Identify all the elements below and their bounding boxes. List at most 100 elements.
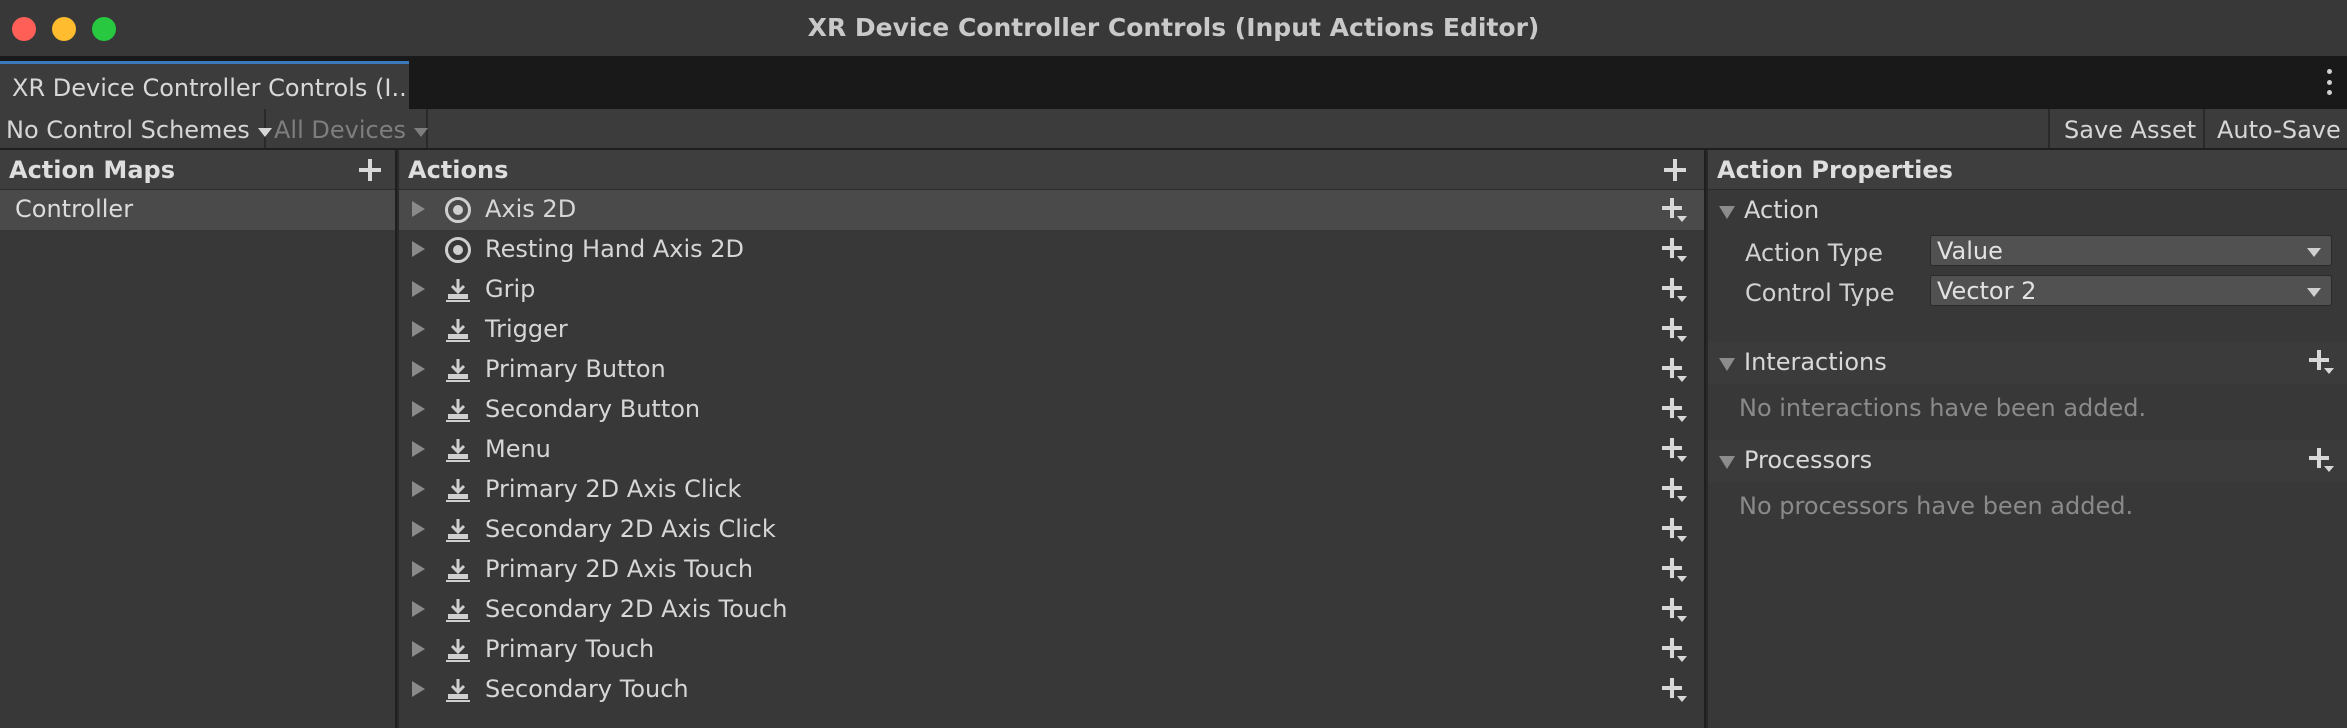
- button-action-icon: [445, 437, 471, 463]
- action-row[interactable]: Secondary 2D Axis Click: [399, 510, 1704, 550]
- add-binding-icon[interactable]: [1662, 638, 1688, 662]
- auto-save-toggle[interactable]: Auto-Save: [2203, 109, 2347, 148]
- add-binding-icon[interactable]: [1662, 398, 1688, 422]
- control-type-row: Control Type Vector 2: [1708, 272, 2347, 312]
- add-binding-icon[interactable]: [1662, 678, 1688, 702]
- action-label: Trigger: [485, 315, 568, 343]
- action-row[interactable]: Primary Touch: [399, 630, 1704, 670]
- expand-arrow-icon[interactable]: [412, 641, 425, 657]
- interactions-section-label: Interactions: [1744, 348, 1887, 376]
- foldout-triangle-icon: [1719, 206, 1735, 219]
- chevron-down-icon: [2307, 288, 2321, 297]
- expand-arrow-icon[interactable]: [412, 561, 425, 577]
- action-section-label: Action: [1744, 196, 1820, 224]
- action-label: Secondary Button: [485, 395, 701, 423]
- expand-arrow-icon[interactable]: [412, 601, 425, 617]
- expand-arrow-icon[interactable]: [412, 401, 425, 417]
- action-row[interactable]: Primary 2D Axis Click: [399, 470, 1704, 510]
- action-label: Axis 2D: [485, 195, 577, 223]
- actions-list: Axis 2D Resting Hand Axis 2D Grip Trigger Pr…: [399, 190, 1704, 710]
- expand-arrow-icon[interactable]: [412, 361, 425, 377]
- action-maps-header: Action Maps: [0, 150, 395, 190]
- expand-arrow-icon[interactable]: [412, 521, 425, 537]
- devices-dropdown[interactable]: All Devices: [268, 109, 428, 148]
- add-action-icon[interactable]: [1664, 159, 1686, 181]
- processors-section-label: Processors: [1744, 446, 1873, 474]
- expand-arrow-icon[interactable]: [412, 481, 425, 497]
- value-action-icon: [445, 237, 471, 263]
- action-label: Primary 2D Axis Touch: [485, 555, 754, 583]
- action-type-value: Value: [1937, 237, 2003, 265]
- processors-empty-message: No processors have been added.: [1739, 492, 2134, 520]
- add-binding-icon[interactable]: [1662, 558, 1688, 582]
- add-binding-icon[interactable]: [1662, 238, 1688, 262]
- action-type-row: Action Type Value: [1708, 232, 2347, 272]
- add-action-map-icon[interactable]: [359, 159, 381, 181]
- control-type-value: Vector 2: [1937, 277, 2037, 305]
- tab-strip: XR Device Controller Controls (I...: [0, 57, 2347, 109]
- expand-arrow-icon[interactable]: [412, 281, 425, 297]
- button-action-icon: [445, 477, 471, 503]
- add-binding-icon[interactable]: [1662, 278, 1688, 302]
- action-label: Grip: [485, 275, 536, 303]
- control-type-dropdown[interactable]: Vector 2: [1930, 275, 2332, 306]
- action-map-item[interactable]: Controller: [0, 190, 395, 230]
- value-action-icon: [445, 197, 471, 223]
- add-binding-icon[interactable]: [1662, 518, 1688, 542]
- foldout-triangle-icon: [1719, 456, 1735, 469]
- tab-input-actions[interactable]: XR Device Controller Controls (I...: [0, 61, 409, 109]
- action-label: Secondary Touch: [485, 675, 689, 703]
- actions-header: Actions: [399, 150, 1704, 190]
- action-row[interactable]: Axis 2D: [399, 190, 1704, 230]
- action-label: Secondary 2D Axis Click: [485, 515, 776, 543]
- control-schemes-label: No Control Schemes: [6, 116, 250, 144]
- action-row[interactable]: Primary 2D Axis Touch: [399, 550, 1704, 590]
- action-row[interactable]: Resting Hand Axis 2D: [399, 230, 1704, 270]
- expand-arrow-icon[interactable]: [412, 241, 425, 257]
- control-schemes-dropdown[interactable]: No Control Schemes: [0, 109, 272, 148]
- button-action-icon: [445, 517, 471, 543]
- add-processor-icon[interactable]: [2309, 448, 2335, 472]
- add-binding-icon[interactable]: [1662, 438, 1688, 462]
- action-row[interactable]: Secondary Button: [399, 390, 1704, 430]
- foldout-triangle-icon: [1719, 358, 1735, 371]
- action-label: Secondary 2D Axis Touch: [485, 595, 788, 623]
- processors-section-foldout[interactable]: Processors: [1708, 440, 2347, 482]
- add-interaction-icon[interactable]: [2309, 350, 2335, 374]
- action-maps-panel: Action Maps Controller: [0, 150, 397, 728]
- action-row[interactable]: Primary Button: [399, 350, 1704, 390]
- button-action-icon: [445, 557, 471, 583]
- button-action-icon: [445, 397, 471, 423]
- toolbar: No Control Schemes All Devices Save Asse…: [0, 109, 2347, 150]
- action-label: Primary Button: [485, 355, 666, 383]
- action-row[interactable]: Secondary 2D Axis Touch: [399, 590, 1704, 630]
- button-action-icon: [445, 637, 471, 663]
- action-type-dropdown[interactable]: Value: [1930, 235, 2332, 266]
- interactions-section-foldout[interactable]: Interactions: [1708, 342, 2347, 384]
- action-section-foldout[interactable]: Action: [1708, 190, 2347, 232]
- add-binding-icon[interactable]: [1662, 478, 1688, 502]
- button-action-icon: [445, 677, 471, 703]
- add-binding-icon[interactable]: [1662, 598, 1688, 622]
- action-maps-title: Action Maps: [9, 156, 175, 184]
- chevron-down-icon: [413, 128, 428, 137]
- action-properties-header: Action Properties: [1708, 150, 2347, 190]
- expand-arrow-icon[interactable]: [412, 681, 425, 697]
- action-row[interactable]: Trigger: [399, 310, 1704, 350]
- action-properties-title: Action Properties: [1717, 156, 1953, 184]
- expand-arrow-icon[interactable]: [412, 441, 425, 457]
- button-action-icon: [445, 277, 471, 303]
- chevron-down-icon: [2307, 248, 2321, 257]
- action-row[interactable]: Secondary Touch: [399, 670, 1704, 710]
- action-row[interactable]: Menu: [399, 430, 1704, 470]
- actions-panel: Actions Axis 2D Resting Hand Axis 2D Grip T…: [399, 150, 1706, 728]
- expand-arrow-icon[interactable]: [412, 321, 425, 337]
- add-binding-icon[interactable]: [1662, 318, 1688, 342]
- add-binding-icon[interactable]: [1662, 358, 1688, 382]
- more-options-icon[interactable]: [2325, 69, 2333, 95]
- interactions-empty-message: No interactions have been added.: [1739, 394, 2147, 422]
- action-row[interactable]: Grip: [399, 270, 1704, 310]
- save-asset-button[interactable]: Save Asset: [2048, 109, 2203, 148]
- expand-arrow-icon[interactable]: [412, 201, 425, 217]
- add-binding-icon[interactable]: [1662, 198, 1688, 222]
